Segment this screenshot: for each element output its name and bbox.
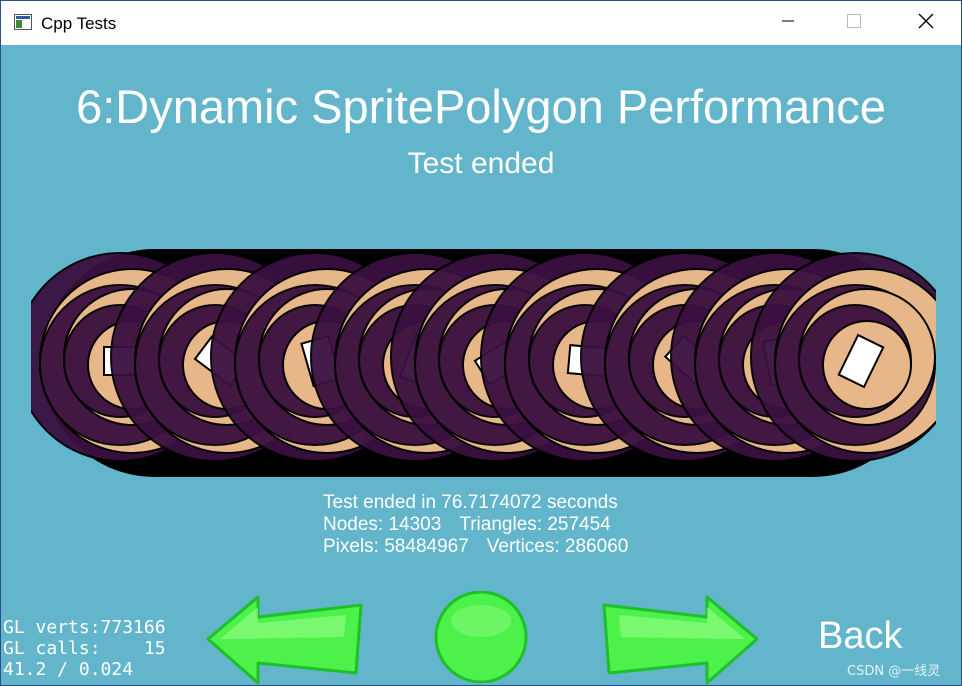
restart-test-button[interactable] [431, 590, 531, 685]
app-icon [14, 14, 32, 30]
restart-circle-icon [431, 590, 531, 685]
test-stats: Test ended in 76.7174072 seconds Nodes: … [323, 492, 628, 558]
prev-test-button[interactable] [206, 593, 366, 685]
test-title: 6:Dynamic SpritePolygon Performance [76, 80, 886, 133]
sprite-polygon-scene [15, 243, 960, 483]
minimize-button[interactable] [765, 1, 811, 45]
app-window: Cpp Tests 6:Dynamic SpritePolygon Perfor… [0, 0, 962, 686]
right-arrow-icon [599, 595, 759, 685]
gl-calls: GL calls: 15 [3, 638, 166, 659]
fps-readout: 41.2 / 0.024 [3, 659, 134, 680]
left-arrow-icon [206, 595, 366, 685]
back-button[interactable]: Back [818, 615, 902, 658]
window-title: Cpp Tests [41, 14, 117, 33]
close-button[interactable] [903, 1, 949, 45]
close-icon [918, 13, 934, 34]
next-test-button[interactable] [599, 593, 759, 685]
gl-verts: GL verts:773166 [3, 617, 166, 638]
test-result-text: Test ended in 76.7174072 seconds [323, 492, 618, 513]
test-subtitle: Test ended [407, 147, 555, 180]
minimize-icon [782, 14, 794, 32]
pixels-count: Pixels: 58484967 [323, 536, 469, 557]
triangles-count: Triangles: 257454 [459, 514, 611, 535]
nodes-count: Nodes: 14303 [323, 514, 442, 535]
gl-stats-overlay: GL verts:773166 GL calls: 15 41.2 / 0.02… [3, 617, 166, 680]
maximize-button[interactable] [831, 1, 877, 45]
title-bar[interactable]: Cpp Tests [1, 1, 961, 45]
watermark: CSDN @一线灵 [847, 664, 941, 679]
maximize-icon [847, 13, 861, 33]
vertices-count: Vertices: 286060 [486, 536, 629, 557]
game-canvas[interactable]: 6:Dynamic SpritePolygon Performance Test… [1, 45, 961, 685]
